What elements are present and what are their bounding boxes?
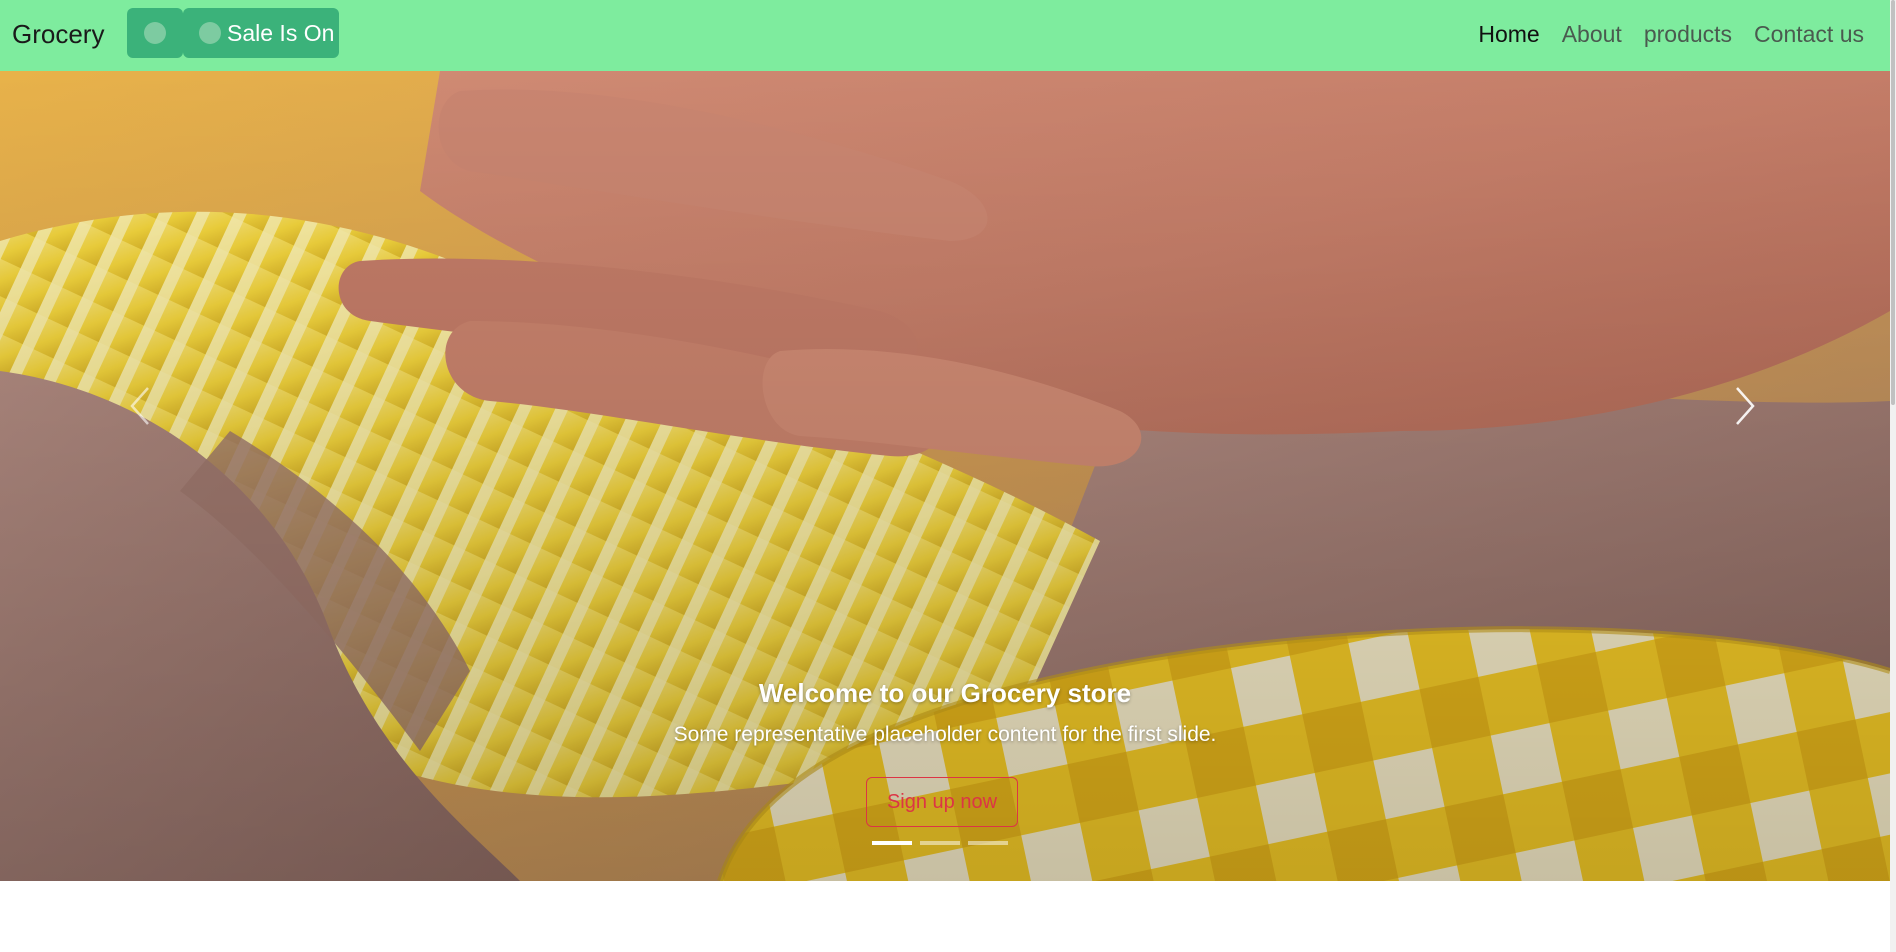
nav-link-about[interactable]: About [1562,17,1622,51]
nav-link-contact[interactable]: Contact us [1754,17,1864,51]
carousel-next-button[interactable] [1715,366,1775,446]
slide-title: Welcome to our Grocery store [758,678,1132,708]
carousel-prev-button[interactable] [110,366,170,446]
sign-up-button[interactable]: Sign up now [866,777,1018,827]
slide-caption: Welcome to our Grocery store Some repres… [0,676,1890,750]
navbar: Grocery Sale Is On Home About products C… [0,0,1890,71]
sale-toggle-label: Sale Is On [227,19,335,46]
carousel-indicator-1[interactable] [872,841,912,845]
carousel-indicator-3[interactable] [968,841,1008,845]
toggle-knob-icon [199,22,221,44]
sale-toggle-button[interactable]: Sale Is On [183,8,339,58]
scrollbar-thumb[interactable] [1891,0,1895,405]
nav-links: Home About products Contact us [1478,17,1864,51]
nav-link-products[interactable]: products [1644,17,1732,51]
toggle-knob-icon [144,22,166,44]
slide-image [0,71,1890,881]
page: Grocery Sale Is On Home About products C… [0,0,1890,952]
chevron-left-icon [130,387,149,425]
nav-link-home[interactable]: Home [1478,17,1539,51]
slide-text: Some representative placeholder content … [673,723,1217,746]
brand-logo[interactable]: Grocery [12,17,104,51]
hero-carousel: Welcome to our Grocery store Some repres… [0,71,1890,881]
theme-toggle-button[interactable] [127,8,183,58]
carousel-indicator-2[interactable] [920,841,960,845]
chevron-right-icon [1736,387,1755,425]
carousel-indicators [872,841,1008,845]
